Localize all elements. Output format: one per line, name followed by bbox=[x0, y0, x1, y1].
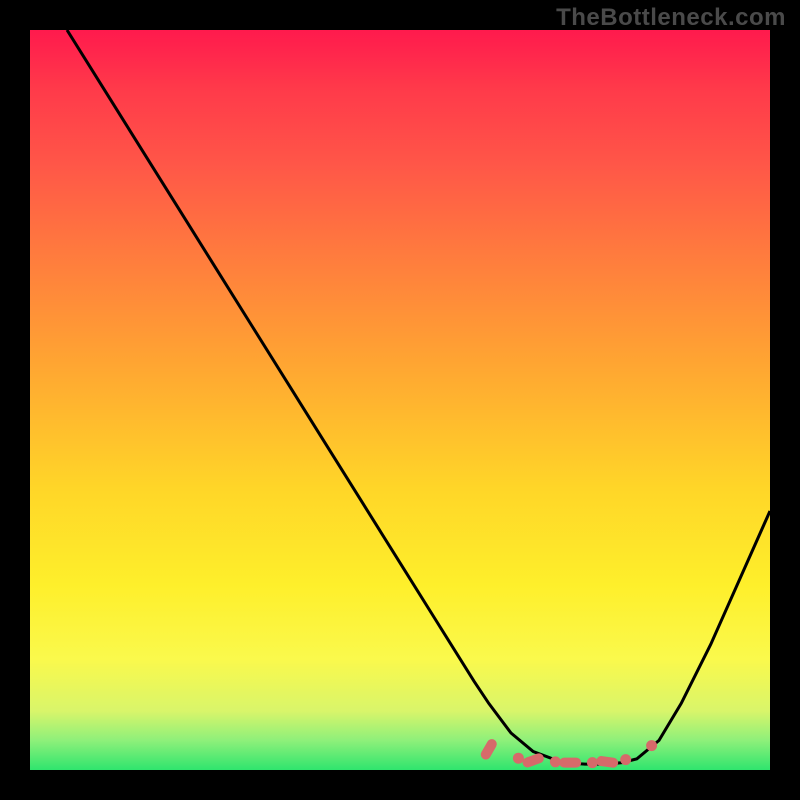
marker-pill bbox=[596, 755, 619, 768]
bottleneck-curve bbox=[67, 30, 770, 764]
marker-pill bbox=[479, 737, 499, 761]
marker-pill bbox=[559, 758, 581, 768]
marker-dot bbox=[646, 740, 657, 751]
watermark-text: TheBottleneck.com bbox=[556, 4, 786, 32]
chart-canvas: TheBottleneck.com bbox=[0, 0, 800, 800]
plot-area bbox=[30, 30, 770, 770]
optimal-range-markers bbox=[479, 737, 657, 769]
marker-pill bbox=[521, 752, 545, 769]
marker-dot bbox=[513, 753, 524, 764]
marker-dot bbox=[587, 757, 598, 768]
marker-dot bbox=[620, 754, 631, 765]
chart-svg bbox=[30, 30, 770, 770]
